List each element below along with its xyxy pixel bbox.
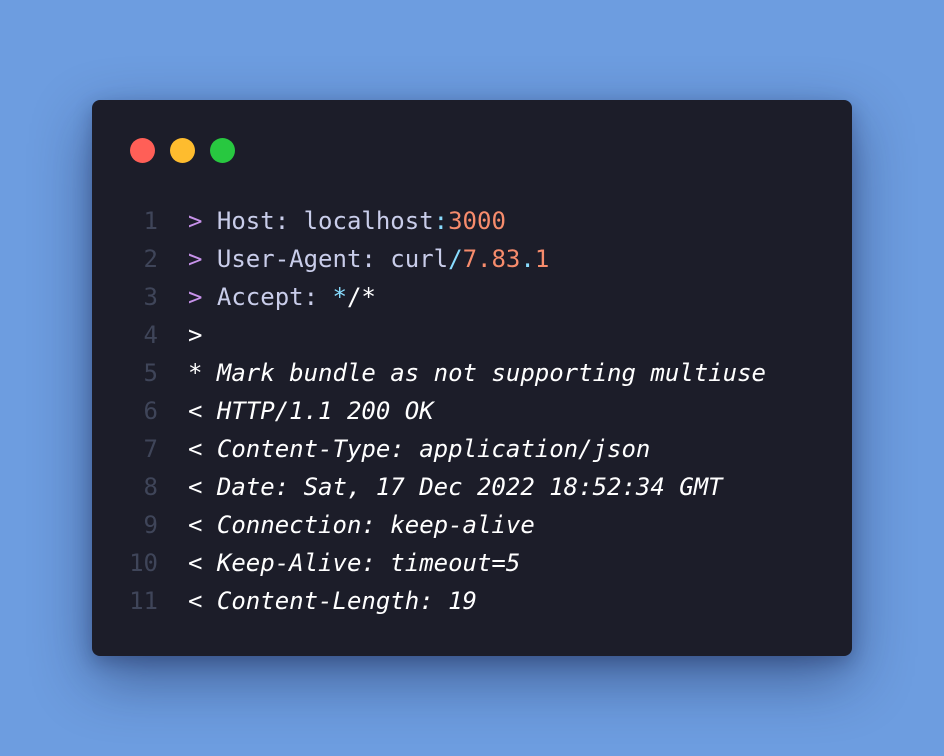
- line-number: 3: [143, 283, 158, 311]
- window-titlebar: [92, 100, 852, 200]
- token-key: Host:: [216, 207, 290, 235]
- token-response: < HTTP/1.1 200 OK: [188, 397, 434, 425]
- code-line: 6 < HTTP/1.1 200 OK: [92, 392, 852, 430]
- token-operator: :: [433, 207, 449, 235]
- line-text: < Date: Sat, 17 Dec 2022 18:52:34 GMT: [188, 468, 723, 506]
- line-text: < Connection: keep-alive: [188, 506, 535, 544]
- line-text: < Content-Length: 19: [188, 582, 477, 620]
- line-text: >: [188, 316, 202, 354]
- token-response: < Date: Sat, 17 Dec 2022 18:52:34 GMT: [188, 473, 723, 501]
- token-prompt: >: [188, 245, 217, 273]
- token-response: >: [188, 321, 203, 349]
- token-response: < Connection: keep-alive: [188, 511, 535, 539]
- token-response: < Content-Length: 19: [188, 587, 477, 615]
- line-text: > Host: localhost:3000: [188, 202, 506, 240]
- code-line: 11 < Content-Length: 19: [92, 582, 852, 620]
- token-response: < Keep-Alive: timeout=5: [188, 549, 521, 577]
- line-text: > User-Agent: curl/7.83.1: [188, 240, 549, 278]
- code-line: 3 > Accept: */*: [92, 278, 852, 316]
- code-line: 5 * Mark bundle as not supporting multius…: [92, 354, 852, 392]
- token-operator: *: [332, 283, 347, 311]
- token-number: 7.83: [462, 245, 521, 273]
- close-dot[interactable]: [130, 138, 155, 163]
- line-text: < Keep-Alive: timeout=5: [188, 544, 520, 582]
- token-response: * Mark bundle as not supporting multiuse: [188, 359, 766, 387]
- line-number: 5: [143, 359, 158, 387]
- line-number: 4: [143, 321, 158, 349]
- code-line: 4 >: [92, 316, 852, 354]
- token-value: [318, 283, 332, 311]
- line-number: 6: [143, 397, 158, 425]
- line-text: * Mark bundle as not supporting multiuse: [188, 354, 766, 392]
- token-prompt: >: [188, 207, 217, 235]
- line-text: > Accept: */*: [188, 278, 376, 316]
- line-text: < Content-Type: application/json: [188, 430, 650, 468]
- line-text: < HTTP/1.1 200 OK: [188, 392, 434, 430]
- token-number: 3000: [448, 207, 506, 235]
- code-block: 1 > Host: localhost:3000 2 > User-Agent: cu…: [92, 202, 852, 620]
- code-line: 9 < Connection: keep-alive: [92, 506, 852, 544]
- token-prompt: >: [188, 283, 217, 311]
- minimize-dot[interactable]: [170, 138, 195, 163]
- code-line: 2 > User-Agent: curl/7.83.1: [92, 240, 852, 278]
- token-value: curl: [375, 245, 449, 273]
- code-line: 7 < Content-Type: application/json: [92, 430, 852, 468]
- token-value: localhost: [289, 207, 434, 235]
- token-operator: .: [520, 245, 535, 273]
- line-number: 7: [143, 435, 158, 463]
- line-number: 2: [143, 245, 158, 273]
- code-line: 10 < Keep-Alive: timeout=5: [92, 544, 852, 582]
- code-line: 1 > Host: localhost:3000: [92, 202, 852, 240]
- maximize-dot[interactable]: [210, 138, 235, 163]
- line-number: 9: [143, 511, 158, 539]
- line-number: 10: [129, 549, 158, 577]
- code-window: 1 > Host: localhost:3000 2 > User-Agent: cu…: [92, 100, 852, 656]
- token-key: Accept:: [216, 283, 319, 311]
- token-key: User-Agent:: [216, 245, 376, 273]
- token-number: 1: [534, 245, 550, 273]
- token-response: /*: [346, 283, 376, 311]
- line-number: 1: [143, 207, 158, 235]
- token-operator: /: [448, 245, 463, 273]
- line-number: 8: [143, 473, 158, 501]
- line-number: 11: [129, 587, 158, 615]
- token-response: < Content-Type: application/json: [188, 435, 651, 463]
- code-line: 8 < Date: Sat, 17 Dec 2022 18:52:34 GMT: [92, 468, 852, 506]
